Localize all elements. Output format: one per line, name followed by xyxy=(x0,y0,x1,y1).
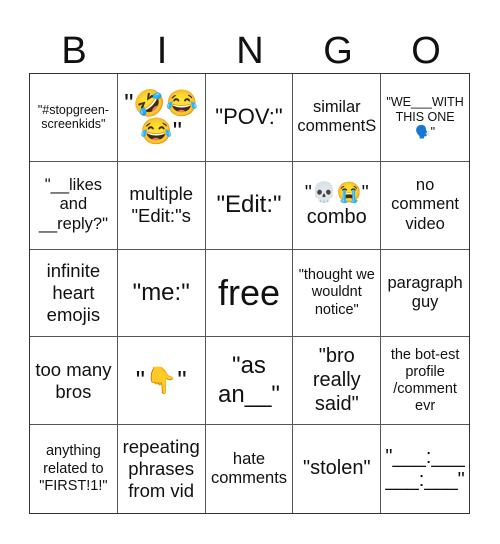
cell-text: "thought we wouldnt notice" xyxy=(298,267,375,318)
cell-text: multiple "Edit:"s xyxy=(129,183,194,227)
cell-text: "me:" xyxy=(132,278,190,306)
bingo-cell[interactable]: hate comments xyxy=(206,425,294,513)
bingo-cell[interactable]: "__likes and __reply?" xyxy=(30,161,118,250)
header-letter-n: N xyxy=(236,30,264,72)
bingo-cell[interactable]: "WE___WITH THIS ONE 🗣️" xyxy=(381,74,469,162)
header-letter-i: I xyxy=(156,30,168,72)
bingo-cell[interactable]: repeating phrases from vid xyxy=(118,425,206,513)
bingo-cell[interactable]: "#stopgreen-screenkids" xyxy=(30,74,118,162)
cell-text: infinite heart emojis xyxy=(46,260,101,325)
bingo-header: B I N G O xyxy=(30,30,470,72)
cell-text: "bro really said" xyxy=(312,345,361,415)
free-space[interactable]: free xyxy=(205,249,294,338)
laughing-emoji-icons: "🤣😂😂" xyxy=(124,87,199,147)
bingo-board: "#stopgreen-screenkids" "🤣😂😂" "POV:" sim… xyxy=(29,73,470,514)
bingo-cell[interactable]: "POV:" xyxy=(205,74,294,162)
bingo-cell[interactable]: "🤣😂😂" xyxy=(117,74,206,162)
bingo-cell[interactable]: too many bros xyxy=(30,337,118,426)
bingo-cell[interactable]: similar commentS xyxy=(293,74,382,162)
bingo-cell[interactable]: "as an__" xyxy=(205,337,294,426)
cell-text: "stolen" xyxy=(303,457,371,480)
bingo-cell[interactable]: no comment video xyxy=(381,162,469,250)
header-letter-o: O xyxy=(411,30,441,72)
header-letter-b: B xyxy=(61,30,87,72)
cell-text: "Edit:" xyxy=(216,191,282,219)
bingo-cell[interactable]: "Edit:" xyxy=(205,161,294,250)
bingo-cell[interactable]: infinite heart emojis xyxy=(30,249,118,338)
cell-text: no comment video xyxy=(391,175,460,233)
cell-text: the bot-est profile /comment evr xyxy=(390,346,460,414)
cell-text: repeating phrases from vid xyxy=(122,436,200,501)
cell-text: similar commentS xyxy=(297,97,377,136)
bingo-cell[interactable]: "👇" xyxy=(117,337,206,426)
cell-text: "POV:" xyxy=(215,104,283,130)
cell-text: "as an__" xyxy=(218,352,280,408)
cell-text: "#stopgreen-screenkids" xyxy=(37,102,109,132)
bingo-cell[interactable]: "💀😭" combo xyxy=(293,161,382,250)
bingo-cell[interactable]: multiple "Edit:"s xyxy=(117,161,206,250)
cell-text-with-skull-crying-icons: "💀😭" combo xyxy=(304,182,369,229)
cell-text-with-speaking-head-icon: "WE___WITH THIS ONE 🗣️" xyxy=(386,95,464,139)
bingo-cell[interactable]: "thought we wouldnt notice" xyxy=(293,249,382,338)
cell-text: "__likes and __reply?" xyxy=(38,175,108,233)
cell-text: free xyxy=(217,271,281,313)
cell-text: hate comments xyxy=(210,449,288,488)
bingo-cell[interactable]: paragraph guy xyxy=(381,250,469,338)
bingo-cell[interactable]: "bro really said" xyxy=(293,337,382,426)
cell-text: too many bros xyxy=(35,358,112,402)
cell-text: "___:___ ___:___" xyxy=(385,445,465,492)
bingo-cell[interactable]: anything related to "FIRST!1!" xyxy=(30,425,118,513)
bingo-cell[interactable]: the bot-est profile /comment evr xyxy=(381,337,469,426)
pointing-down-hand-icon: "👇" xyxy=(135,365,187,396)
bingo-cell[interactable]: "me:" xyxy=(117,249,206,338)
cell-text: paragraph guy xyxy=(387,273,463,311)
bingo-cell[interactable]: "stolen" xyxy=(293,425,382,513)
cell-text: anything related to "FIRST!1!" xyxy=(39,443,108,494)
bingo-cell[interactable]: "___:___ ___:___" xyxy=(381,425,469,513)
header-letter-g: G xyxy=(323,30,353,72)
